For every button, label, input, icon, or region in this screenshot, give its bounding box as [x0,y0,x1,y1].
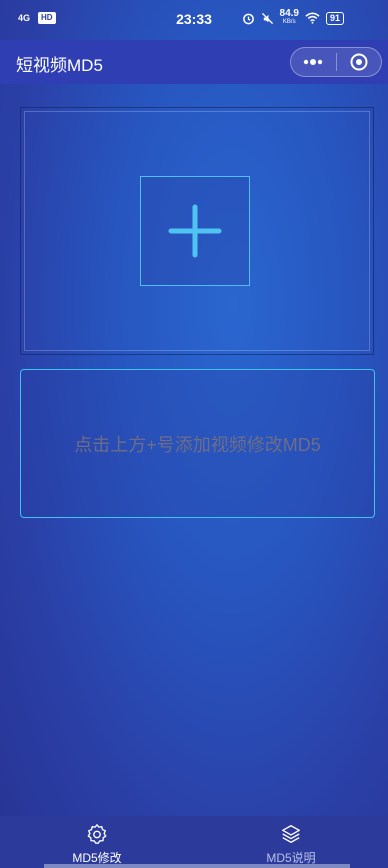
plus-icon [168,204,222,258]
tab-bar: MD5修改 MD5说明 [0,816,388,868]
target-circle-icon [350,53,368,71]
page-title: 短视频MD5 [16,56,103,75]
gear-icon [87,824,107,844]
speed-unit: KB/s [282,19,296,25]
more-button[interactable] [291,48,336,76]
layers-icon [282,825,300,843]
mini-program-capsule [290,47,382,77]
tab-md5-modify[interactable]: MD5修改 [0,816,194,868]
speed-value: 84.9 [279,8,299,19]
add-video-button[interactable] [140,176,250,286]
hint-text: 点击上方+号添加视频修改MD5 [74,434,321,455]
hint-panel: 点击上方+号添加视频修改MD5 [20,369,375,518]
network-speed: 84.9 KB/s [279,8,299,26]
mute-icon [261,12,273,24]
more-dots-icon [304,59,323,65]
battery-indicator: 91 [325,11,344,25]
alarm-icon [242,13,254,24]
tab-md5-info[interactable]: MD5说明 [194,816,388,868]
close-button[interactable] [336,48,381,76]
status-bar: 4G HD 23:33 84.9 KB/s 91 [0,0,388,40]
wifi-icon [305,12,320,24]
home-indicator [44,864,350,868]
status-right: 84.9 KB/s 91 [242,8,344,26]
